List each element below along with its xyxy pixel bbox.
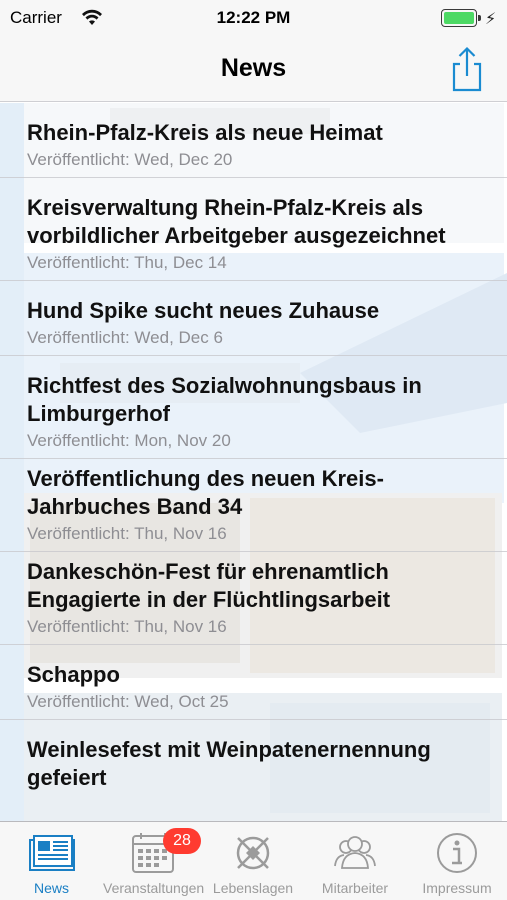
tab-mitarbeiter[interactable]: Mitarbeiter: [303, 822, 407, 900]
tab-label: Veranstaltungen: [103, 880, 205, 896]
news-title: Richtfest des Sozialwohnungsbaus in Limb…: [27, 373, 422, 426]
charging-icon: ⚡: [485, 11, 497, 28]
tab-label: Mitarbeiter: [321, 880, 389, 896]
news-date: [27, 794, 493, 800]
list-item[interactable]: Richtfest des Sozialwohnungsbaus in Limb…: [0, 356, 507, 459]
list-item[interactable]: Rhein-Pfalz-Kreis als neue Heimat Veröff…: [0, 103, 507, 178]
news-title: Schappo: [27, 662, 120, 687]
people-icon: [334, 836, 376, 869]
news-title: Dankeschön-Fest für ehrenamtlich Engagie…: [27, 559, 391, 612]
tab-impressum[interactable]: Impressum: [407, 822, 507, 900]
tab-label: Lebenslagen: [212, 880, 294, 896]
list-item[interactable]: Hund Spike sucht neues Zuhause Veröffent…: [0, 281, 507, 356]
list-item[interactable]: Veröffentlichung des neuen Kreis-Jahrbuc…: [0, 459, 507, 552]
news-title: Hund Spike sucht neues Zuhause: [27, 298, 380, 323]
list-item[interactable]: Dankeschön-Fest für ehrenamtlich Engagie…: [0, 552, 507, 645]
news-date: Veröffentlicht: Thu, Nov 16: [27, 524, 227, 543]
news-title: Veröffentlichung des neuen Kreis-Jahrbuc…: [27, 466, 384, 519]
info-icon: [437, 833, 477, 873]
news-date: Veröffentlicht: Mon, Nov 20: [27, 431, 231, 450]
battery-icon: ⚡: [441, 9, 497, 29]
newspaper-icon: [28, 835, 75, 871]
news-date: Veröffentlicht: Thu, Dec 14: [27, 253, 227, 272]
tab-label: News: [33, 880, 69, 896]
navigation-bar: News: [0, 40, 507, 102]
list-item[interactable]: Schappo Veröffentlicht: Wed, Oct 25: [0, 645, 507, 720]
share-icon[interactable]: [449, 46, 485, 92]
news-date: Veröffentlicht: Thu, Nov 16: [27, 617, 227, 636]
news-list-container[interactable]: Rhein-Pfalz-Kreis als neue Heimat Veröff…: [0, 103, 507, 821]
tab-veranstaltungen[interactable]: 28 Veranstaltungen: [103, 822, 205, 900]
page-title: News: [220, 54, 287, 82]
news-list: Rhein-Pfalz-Kreis als neue Heimat Veröff…: [0, 103, 507, 800]
news-title: Rhein-Pfalz-Kreis als neue Heimat: [27, 120, 383, 145]
news-title: Weinlesefest mit Weinpatenernennung gefe…: [27, 737, 431, 790]
news-date: Veröffentlicht: Wed, Dec 20: [27, 150, 233, 169]
clock: 12:22 PM: [216, 8, 291, 27]
tab-label: Impressum: [422, 880, 492, 896]
status-bar: Carrier 12:22 PM ⚡: [0, 0, 507, 40]
tab-lebenslagen[interactable]: Lebenslagen: [203, 822, 303, 900]
list-item[interactable]: Kreisverwaltung Rhein-Pfalz-Kreis als vo…: [0, 178, 507, 281]
tab-bar: News 28 Veranstaltungen Lebenslagen Mita…: [0, 821, 507, 900]
news-date: Veröffentlicht: Wed, Dec 6: [27, 328, 223, 347]
notification-badge: 28: [163, 828, 201, 854]
compass-icon: [236, 836, 270, 870]
news-title: Kreisverwaltung Rhein-Pfalz-Kreis als vo…: [27, 195, 446, 248]
tab-news[interactable]: News: [0, 822, 103, 900]
news-date: Veröffentlicht: Wed, Oct 25: [27, 692, 229, 711]
list-item[interactable]: Weinlesefest mit Weinpatenernennung gefe…: [0, 720, 507, 800]
